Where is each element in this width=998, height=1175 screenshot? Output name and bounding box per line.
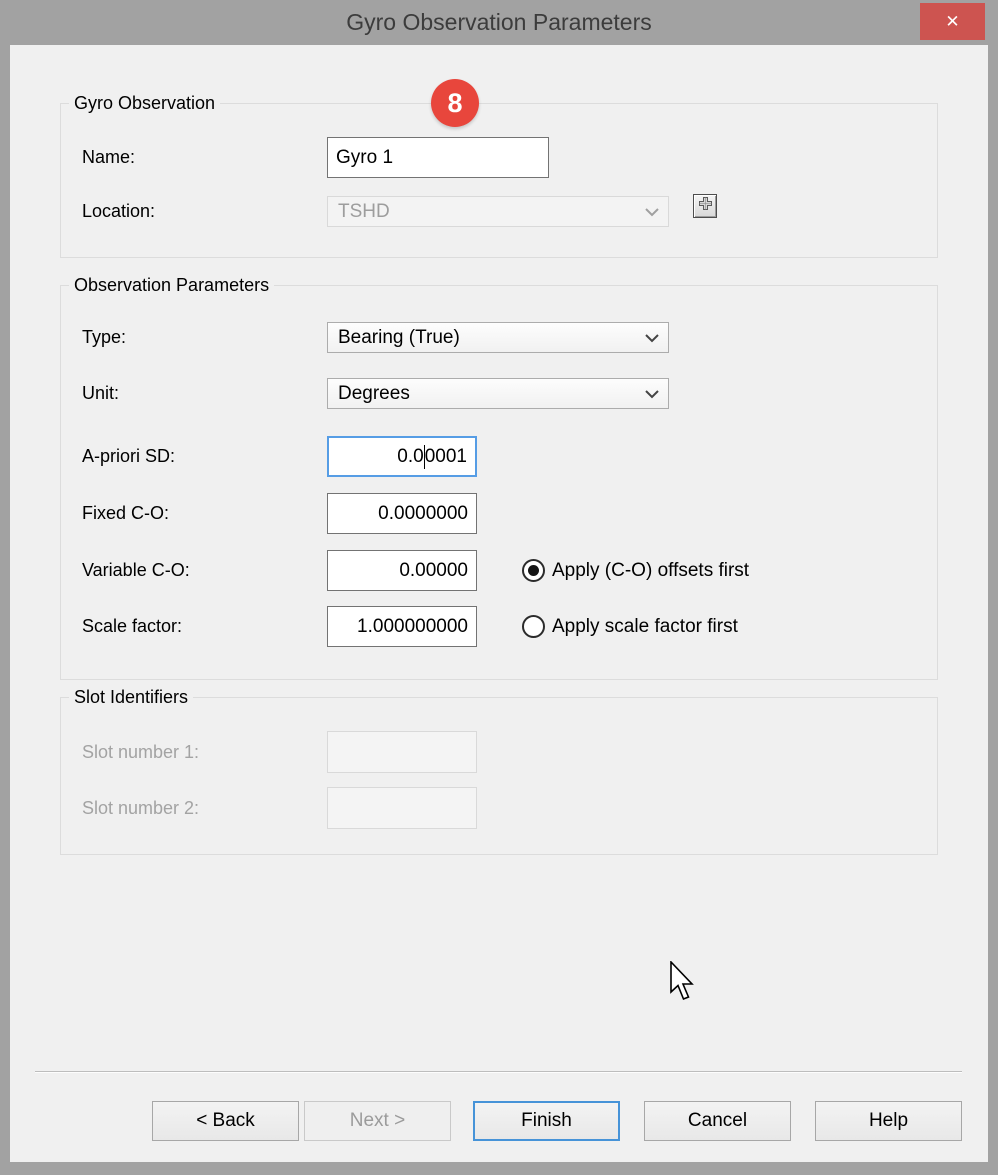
chevron-down-icon [645, 327, 659, 349]
slot-number-1-input [327, 731, 477, 773]
cancel-button[interactable]: Cancel [644, 1101, 791, 1141]
slot-number-2-input [327, 787, 477, 829]
next-button: Next > [304, 1101, 451, 1141]
fixed-co-label: Fixed C-O: [82, 493, 169, 534]
name-input[interactable] [327, 137, 549, 178]
add-location-button[interactable] [693, 194, 717, 218]
location-label: Location: [82, 196, 155, 227]
slot-number-2-label: Slot number 2: [82, 787, 199, 829]
apriori-sd-input[interactable]: 0.0 0001 [327, 436, 477, 477]
close-icon: ✕ [945, 12, 959, 32]
variable-co-input[interactable] [327, 550, 477, 591]
variable-co-label: Variable C-O: [82, 550, 190, 591]
step-badge-number: 8 [447, 88, 462, 119]
help-button[interactable]: Help [815, 1101, 962, 1141]
unit-label: Unit: [82, 378, 119, 409]
type-combobox[interactable]: Bearing (True) [327, 322, 669, 353]
apriori-sd-label: A-priori SD: [82, 436, 175, 477]
location-value: TSHD [338, 201, 390, 223]
finish-button[interactable]: Finish [473, 1101, 620, 1141]
group-observation-parameters-title: Observation Parameters [69, 275, 274, 296]
slot-number-1-label: Slot number 1: [82, 731, 199, 773]
group-gyro-observation-title: Gyro Observation [69, 93, 220, 114]
group-gyro-observation: Gyro Observation [60, 103, 938, 258]
chevron-down-icon [645, 201, 659, 223]
type-value: Bearing (True) [338, 327, 460, 349]
radio-selected-icon [522, 559, 545, 582]
location-combobox: TSHD [327, 196, 669, 227]
back-button[interactable]: < Back [152, 1101, 299, 1141]
radio-apply-co-first-label: Apply (C-O) offsets first [552, 560, 749, 582]
plus-grid-icon [699, 197, 712, 215]
radio-apply-co-first[interactable]: Apply (C-O) offsets first [522, 559, 749, 582]
radio-unselected-icon [522, 615, 545, 638]
dialog-window: Gyro Observation Parameters ✕ 8 Gyro Obs… [0, 0, 998, 1175]
unit-combobox[interactable]: Degrees [327, 378, 669, 409]
radio-apply-scale-first-label: Apply scale factor first [552, 616, 738, 638]
dialog-title: Gyro Observation Parameters [0, 0, 998, 45]
type-label: Type: [82, 322, 126, 353]
apriori-sd-value-after-caret: 0001 [425, 446, 467, 468]
dialog-body: 8 Gyro Observation Name: Location: TSHD [10, 45, 988, 1162]
apriori-sd-value-before-caret: 0.0 [397, 446, 423, 468]
button-bar-divider [35, 1071, 962, 1073]
name-label: Name: [82, 137, 135, 178]
chevron-down-icon [645, 383, 659, 405]
group-slot-identifiers: Slot Identifiers [60, 697, 938, 855]
mouse-cursor [668, 961, 696, 1008]
scale-factor-input[interactable] [327, 606, 477, 647]
group-slot-identifiers-title: Slot Identifiers [69, 687, 193, 708]
step-badge: 8 [431, 79, 479, 127]
unit-value: Degrees [338, 383, 410, 405]
radio-apply-scale-first[interactable]: Apply scale factor first [522, 615, 738, 638]
fixed-co-input[interactable] [327, 493, 477, 534]
title-bar: Gyro Observation Parameters ✕ [0, 0, 998, 45]
scale-factor-label: Scale factor: [82, 606, 182, 647]
close-button[interactable]: ✕ [920, 3, 985, 40]
